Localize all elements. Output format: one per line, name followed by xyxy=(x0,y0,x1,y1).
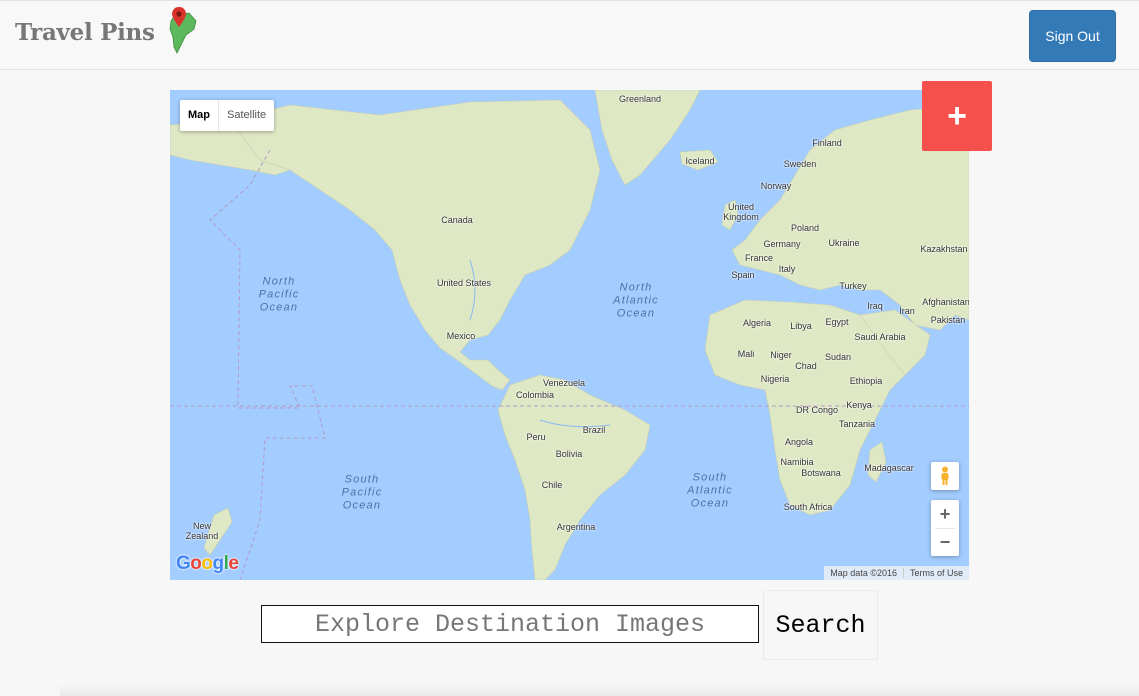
street-view-pegman-icon[interactable] xyxy=(931,462,959,490)
place-label: Bolivia xyxy=(555,449,583,459)
place-label: Kazakhstan xyxy=(920,244,968,254)
place-label: Iceland xyxy=(685,156,715,166)
place-label: Namibia xyxy=(780,457,814,467)
place-label: Mali xyxy=(737,349,755,359)
place-label: Chile xyxy=(541,480,563,490)
ocean-label-south-pacific: South Pacific Ocean xyxy=(341,473,383,512)
destination-search-input[interactable] xyxy=(261,605,759,643)
place-label: Egypt xyxy=(825,317,849,327)
map-basemap xyxy=(170,90,969,580)
place-label: Mexico xyxy=(446,331,476,341)
map-type-satellite-button[interactable]: Satellite xyxy=(218,100,274,131)
place-label: Peru xyxy=(526,432,546,442)
place-label: Poland xyxy=(790,223,820,233)
place-label: Venezuela xyxy=(542,378,586,388)
sign-out-button[interactable]: Sign Out xyxy=(1029,10,1116,62)
place-label: Libya xyxy=(790,321,812,331)
place-label: Niger xyxy=(770,350,792,360)
place-label: South Africa xyxy=(783,502,833,512)
place-label: Spain xyxy=(731,270,755,280)
place-label: DR Congo xyxy=(795,405,839,415)
place-label: Colombia xyxy=(515,390,555,400)
map-data-text: Map data ©2016 xyxy=(830,568,897,578)
place-label: Ukraine xyxy=(828,238,860,248)
place-label: Iran xyxy=(899,306,915,316)
place-label: Argentina xyxy=(556,522,596,532)
place-label: Turkey xyxy=(839,281,867,291)
place-label: Sweden xyxy=(783,159,817,169)
place-label: Sudan xyxy=(824,352,852,362)
zoom-control: + − xyxy=(931,500,959,556)
ocean-label-north-pacific: North Pacific Ocean xyxy=(258,275,300,314)
place-label: Finland xyxy=(812,138,842,148)
navbar: Travel Pins Sign Out xyxy=(0,0,1139,70)
place-label: Norway xyxy=(760,181,792,191)
place-label: Nigeria xyxy=(760,374,790,384)
place-label: Afghanistan xyxy=(922,297,969,307)
brand-title[interactable]: Travel Pins xyxy=(15,19,155,46)
map-attribution: Map data ©2016 Terms of Use xyxy=(824,566,969,580)
ocean-label-south-atlantic: South Atlantic Ocean xyxy=(687,471,733,510)
place-label: Italy xyxy=(778,264,796,274)
place-label: Pakistan xyxy=(930,315,966,325)
zoom-in-button[interactable]: + xyxy=(931,500,959,528)
search-button[interactable]: Search xyxy=(763,590,878,660)
place-label: Iraq xyxy=(867,301,883,311)
place-label: Saudi Arabia xyxy=(854,332,906,342)
world-map[interactable]: Map Satellite North Pacific Ocean North … xyxy=(170,90,969,580)
place-label: Tanzania xyxy=(838,419,876,429)
map-type-map-button[interactable]: Map xyxy=(180,100,218,131)
zoom-divider xyxy=(935,528,955,529)
footer-shadow xyxy=(60,684,1139,696)
place-label: Germany xyxy=(763,239,801,249)
add-pin-button[interactable]: + xyxy=(922,81,992,151)
place-label: Greenland xyxy=(618,94,662,104)
place-label: France xyxy=(744,253,774,263)
place-label: Angola xyxy=(784,437,814,447)
place-label: United States xyxy=(436,278,492,288)
place-label: Ethiopia xyxy=(849,376,883,386)
zoom-out-button[interactable]: − xyxy=(931,528,959,556)
map-type-control: Map Satellite xyxy=(180,100,275,131)
south-america-pin-logo xyxy=(169,7,197,54)
google-logo[interactable]: Google xyxy=(176,553,239,575)
place-label: New Zealand xyxy=(185,521,219,541)
place-label: Canada xyxy=(441,215,473,225)
place-label: Brazil xyxy=(582,425,606,435)
terms-of-use-link[interactable]: Terms of Use xyxy=(902,568,969,578)
place-label: Madagascar xyxy=(864,463,914,473)
place-label: Chad xyxy=(795,361,817,371)
ocean-label-north-atlantic: North Atlantic Ocean xyxy=(613,281,659,320)
place-label: Kenya xyxy=(846,400,872,410)
place-label: Algeria xyxy=(742,318,772,328)
place-label: Botswana xyxy=(801,468,841,478)
place-label: United Kingdom xyxy=(723,202,759,222)
